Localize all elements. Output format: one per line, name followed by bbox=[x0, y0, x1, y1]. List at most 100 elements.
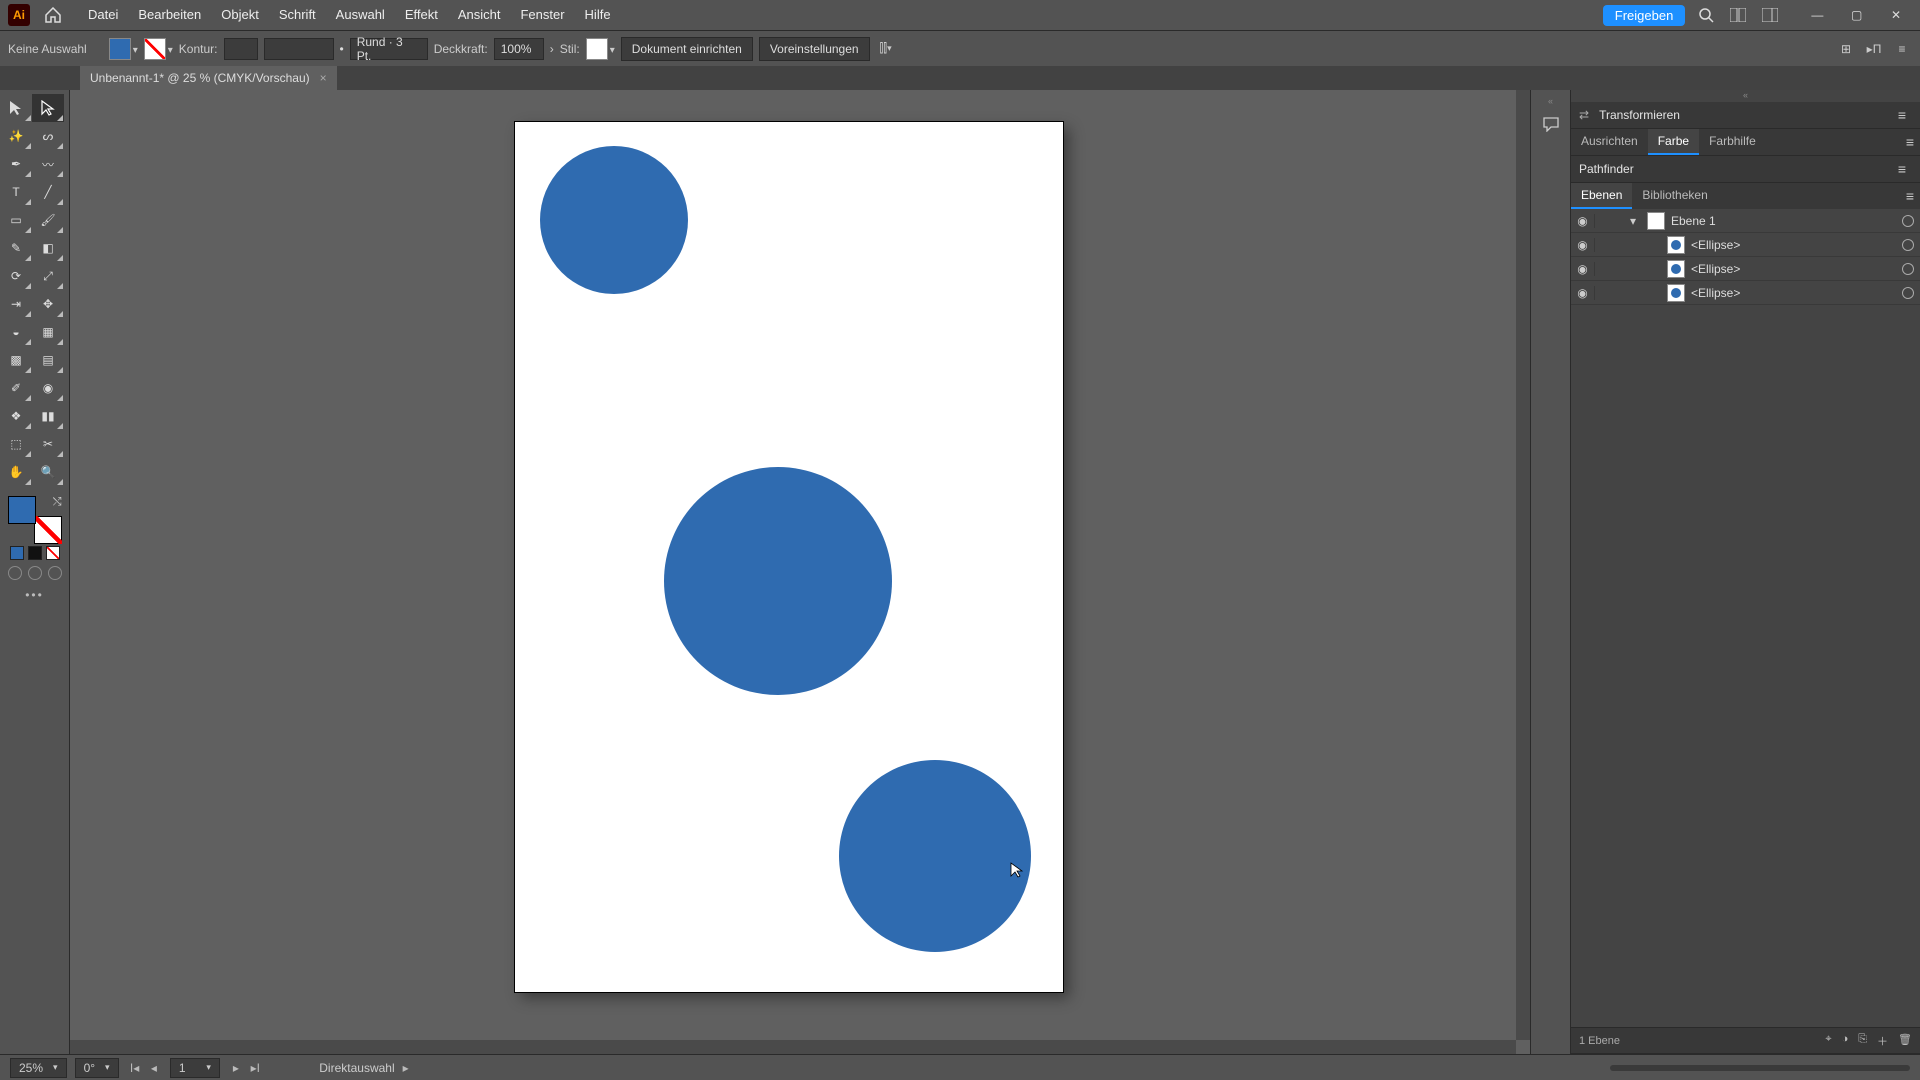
panel-menu-icon[interactable]: ≡ bbox=[1900, 134, 1920, 150]
opacity-field[interactable]: 100% bbox=[494, 38, 544, 60]
brush-definition-field[interactable]: Rund · 3 Pt. bbox=[350, 38, 428, 60]
mesh-tool[interactable]: ▩ bbox=[0, 346, 32, 374]
eraser-tool[interactable]: ◧ bbox=[32, 234, 64, 262]
search-icon[interactable] bbox=[1695, 4, 1717, 26]
visibility-toggle-icon[interactable]: ◉ bbox=[1571, 238, 1595, 252]
none-chip-icon[interactable] bbox=[46, 546, 60, 560]
close-button[interactable]: ✕ bbox=[1878, 8, 1914, 22]
layer-row[interactable]: ◉ ▾ Ebene 1 bbox=[1571, 209, 1920, 233]
swap-fill-stroke-icon[interactable]: ⤭ bbox=[53, 496, 62, 509]
fill-stroke-indicator[interactable]: ⤭ bbox=[8, 496, 62, 544]
horizontal-scrollbar[interactable] bbox=[70, 1040, 1516, 1054]
document-setup-button[interactable]: Dokument einrichten bbox=[621, 37, 753, 61]
new-sublayer-icon[interactable]: ⎘ bbox=[1858, 1033, 1867, 1049]
ellipse-shape[interactable] bbox=[664, 467, 892, 695]
sublayer-row[interactable]: ◉ <Ellipse> bbox=[1571, 257, 1920, 281]
align-to-icon[interactable]: ⫿⫿▾ bbox=[876, 39, 896, 59]
direct-selection-tool[interactable] bbox=[32, 94, 64, 122]
menu-datei[interactable]: Datei bbox=[78, 0, 128, 30]
prev-artboard-icon[interactable]: ◂ bbox=[146, 1061, 162, 1075]
artboard-tool[interactable]: ⬚ bbox=[0, 430, 32, 458]
magic-wand-tool[interactable]: ✨ bbox=[0, 122, 32, 150]
layer-name[interactable]: <Ellipse> bbox=[1691, 238, 1740, 252]
color-chip-icon[interactable] bbox=[10, 546, 24, 560]
target-icon[interactable] bbox=[1902, 239, 1914, 251]
target-icon[interactable] bbox=[1902, 263, 1914, 275]
menu-auswahl[interactable]: Auswahl bbox=[326, 0, 395, 30]
layer-name[interactable]: <Ellipse> bbox=[1691, 286, 1740, 300]
panel-libraries-tab[interactable]: Bibliotheken bbox=[1632, 183, 1717, 209]
first-artboard-icon[interactable]: I◂ bbox=[127, 1061, 143, 1075]
locate-object-icon[interactable]: ⌖ bbox=[1825, 1033, 1831, 1049]
symbol-sprayer-tool[interactable]: ❖ bbox=[0, 402, 32, 430]
paintbrush-tool[interactable]: 🖌 bbox=[32, 206, 64, 234]
share-button[interactable]: Freigeben bbox=[1603, 5, 1686, 26]
panel-color-tab[interactable]: Farbe bbox=[1648, 129, 1699, 155]
graphic-style-swatch[interactable] bbox=[586, 38, 615, 60]
menu-bearbeiten[interactable]: Bearbeiten bbox=[128, 0, 211, 30]
home-icon[interactable] bbox=[38, 5, 68, 25]
stroke-weight-field[interactable] bbox=[224, 38, 258, 60]
arrange-documents-icon[interactable] bbox=[1727, 4, 1749, 26]
rectangle-tool[interactable]: ▭ bbox=[0, 206, 32, 234]
rotate-tool[interactable]: ⟳ bbox=[0, 262, 32, 290]
canvas-area[interactable] bbox=[70, 90, 1530, 1054]
stroke-swatch[interactable] bbox=[144, 38, 173, 60]
width-tool[interactable]: ⇥ bbox=[0, 290, 32, 318]
vertical-scrollbar[interactable] bbox=[1516, 90, 1530, 1040]
gradient-chip-icon[interactable] bbox=[28, 546, 42, 560]
free-transform-tool[interactable]: ✥ bbox=[32, 290, 64, 318]
draw-normal-icon[interactable] bbox=[8, 566, 22, 580]
document-tab[interactable]: Unbenannt-1* @ 25 % (CMYK/Vorschau) × bbox=[80, 66, 337, 90]
column-graph-tool[interactable]: ▮▮ bbox=[32, 402, 64, 430]
shaper-tool[interactable]: ✎ bbox=[0, 234, 32, 262]
panel-colorguide-tab[interactable]: Farbhilfe bbox=[1699, 129, 1766, 155]
draw-behind-icon[interactable] bbox=[28, 566, 42, 580]
menu-effekt[interactable]: Effekt bbox=[395, 0, 448, 30]
selection-tool[interactable] bbox=[0, 94, 32, 122]
sublayer-row[interactable]: ◉ <Ellipse> bbox=[1571, 281, 1920, 305]
zoom-tool[interactable]: 🔍 bbox=[32, 458, 64, 486]
pen-tool[interactable]: ✒ bbox=[0, 150, 32, 178]
menu-fenster[interactable]: Fenster bbox=[510, 0, 574, 30]
layer-name[interactable]: <Ellipse> bbox=[1691, 262, 1740, 276]
hand-tool[interactable]: ✋ bbox=[0, 458, 32, 486]
gpu-preview-icon[interactable]: ▸П bbox=[1864, 39, 1884, 59]
zoom-field[interactable]: 25%▾ bbox=[10, 1058, 67, 1078]
layer-name[interactable]: Ebene 1 bbox=[1671, 214, 1716, 228]
disclosure-triangle-icon[interactable]: ▾ bbox=[1619, 214, 1647, 228]
artboard-index-field[interactable]: 1▾ bbox=[170, 1058, 220, 1078]
edit-toolbar-icon[interactable]: ••• bbox=[0, 588, 69, 602]
next-artboard-icon[interactable]: ▸ bbox=[228, 1061, 244, 1075]
panel-menu-icon[interactable]: ≡ bbox=[1900, 188, 1920, 204]
maximize-button[interactable]: ▢ bbox=[1839, 8, 1875, 22]
new-layer-icon[interactable]: ＋ bbox=[1877, 1033, 1888, 1049]
document-tab-close-icon[interactable]: × bbox=[320, 71, 327, 85]
navigator-scroll-track[interactable] bbox=[1610, 1065, 1910, 1071]
status-menu-icon[interactable]: ▸ bbox=[403, 1061, 409, 1075]
ellipse-shape[interactable] bbox=[540, 146, 688, 294]
draw-inside-icon[interactable] bbox=[48, 566, 62, 580]
panel-align-tab[interactable]: Ausrichten bbox=[1571, 129, 1648, 155]
target-icon[interactable] bbox=[1902, 215, 1914, 227]
comments-panel-icon[interactable] bbox=[1541, 114, 1561, 134]
panel-menu-icon[interactable]: ≡ bbox=[1892, 107, 1912, 123]
preferences-button[interactable]: Voreinstellungen bbox=[759, 37, 870, 61]
panel-pathfinder-tab[interactable]: Pathfinder bbox=[1579, 162, 1634, 176]
line-segment-tool[interactable]: ╱ bbox=[32, 178, 64, 206]
visibility-toggle-icon[interactable]: ◉ bbox=[1571, 214, 1595, 228]
visibility-toggle-icon[interactable]: ◉ bbox=[1571, 286, 1595, 300]
sublayer-row[interactable]: ◉ <Ellipse> bbox=[1571, 233, 1920, 257]
rotate-view-field[interactable]: 0°▾ bbox=[75, 1058, 119, 1078]
control-bar-menu-icon[interactable]: ≡ bbox=[1892, 39, 1912, 59]
panel-transform-tab[interactable]: Transformieren bbox=[1599, 108, 1680, 122]
ellipse-shape[interactable] bbox=[839, 760, 1031, 952]
panel-menu-icon[interactable]: ≡ bbox=[1892, 161, 1912, 177]
type-tool[interactable]: T bbox=[0, 178, 32, 206]
fill-color-icon[interactable] bbox=[8, 496, 36, 524]
target-icon[interactable] bbox=[1902, 287, 1914, 299]
panel-layers-tab[interactable]: Ebenen bbox=[1571, 183, 1632, 209]
lasso-tool[interactable]: ᔕ bbox=[32, 122, 64, 150]
visibility-toggle-icon[interactable]: ◉ bbox=[1571, 262, 1595, 276]
blend-tool[interactable]: ◉ bbox=[32, 374, 64, 402]
